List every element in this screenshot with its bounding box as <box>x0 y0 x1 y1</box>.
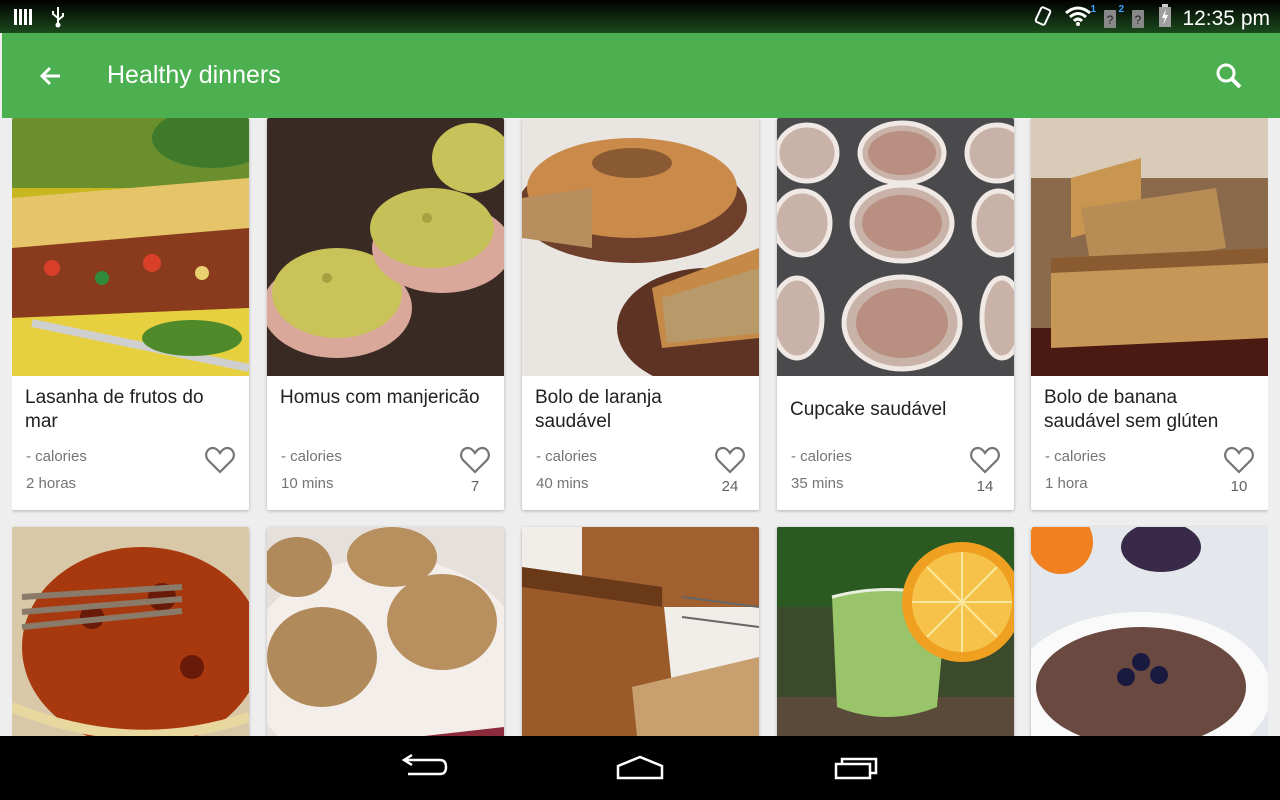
status-bar: 1 ? 2 ? 12:35 pm <box>0 0 1280 33</box>
back-arrow-icon[interactable] <box>34 59 68 93</box>
recipe-calories: - calories <box>26 448 87 465</box>
pancake-image <box>1031 527 1268 736</box>
usb-icon <box>50 6 66 33</box>
recipe-time: 40 mins <box>536 475 589 492</box>
sim-2-icon: 2 ? <box>1118 4 1148 30</box>
spaghetti-bolognese-image <box>12 527 249 736</box>
recipe-name: Lasanha de frutos do mar <box>25 387 204 432</box>
recipe-card[interactable] <box>267 527 504 736</box>
battery-charging-icon <box>1158 4 1172 33</box>
recipe-card[interactable] <box>777 527 1014 736</box>
recipe-calories: - calories <box>536 448 597 465</box>
recipe-card[interactable] <box>1031 527 1268 736</box>
heart-icon[interactable] <box>1224 446 1254 474</box>
like-count: 10 <box>1230 478 1248 495</box>
like-count: 7 <box>470 478 480 495</box>
svg-text:?: ? <box>1107 13 1114 27</box>
signal-bars-icon <box>14 7 32 32</box>
heart-icon[interactable] <box>460 446 490 474</box>
recipe-card[interactable]: Bolo de banana saudável sem glúten - cal… <box>1031 118 1268 510</box>
recipe-card[interactable] <box>12 527 249 736</box>
like-count: 14 <box>976 478 994 495</box>
recipe-card[interactable]: Lasanha de frutos do mar - calories 2 ho… <box>12 118 249 510</box>
recipe-name: Cupcake saudável <box>790 399 947 420</box>
recipe-grid: Lasanha de frutos do mar - calories 2 ho… <box>12 118 1268 736</box>
svg-text:?: ? <box>1135 13 1142 27</box>
recipe-time: 10 mins <box>281 475 334 492</box>
recipe-name: Bolo de laranja saudável <box>535 387 662 432</box>
heart-icon[interactable] <box>715 446 745 474</box>
vibrate-icon <box>1032 5 1054 32</box>
recipe-name: Bolo de banana saudável sem glúten <box>1044 387 1219 432</box>
heart-icon[interactable] <box>970 446 1000 474</box>
recents-nav-icon[interactable] <box>828 750 888 786</box>
orange-cake-image <box>522 118 759 376</box>
banana-cake-image <box>1031 118 1268 376</box>
heart-icon[interactable] <box>205 446 235 474</box>
recipe-time: 1 hora <box>1045 475 1088 492</box>
wifi-icon <box>1064 5 1092 32</box>
recipe-calories: - calories <box>1045 448 1106 465</box>
recipe-calories: - calories <box>281 448 342 465</box>
status-time: 12:35 pm <box>1182 6 1270 30</box>
recipe-card[interactable]: Cupcake saudável - calories 35 mins 14 <box>777 118 1014 510</box>
back-nav-icon[interactable] <box>394 750 454 786</box>
recipe-card[interactable]: Bolo de laranja saudável - calories 40 m… <box>522 118 759 510</box>
cupcakes-image <box>777 118 1014 376</box>
like-count: 24 <box>721 478 739 495</box>
green-smoothie-image <box>777 527 1014 736</box>
search-icon[interactable] <box>1212 59 1246 93</box>
page-title: Healthy dinners <box>107 61 281 89</box>
hummus-basil-image <box>267 118 504 376</box>
recipe-name: Homus com manjericão <box>280 387 480 408</box>
recipe-card[interactable]: Homus com manjericão - calories 10 mins … <box>267 118 504 510</box>
recipe-time: 35 mins <box>791 475 844 492</box>
recipe-calories: - calories <box>791 448 852 465</box>
recipe-time: 2 horas <box>26 475 77 492</box>
system-nav-bar <box>0 736 1280 800</box>
home-nav-icon[interactable] <box>610 750 670 786</box>
muffins-image <box>267 527 504 736</box>
seafood-lasagna-image <box>12 118 249 376</box>
app-bar: Healthy dinners <box>2 33 1280 118</box>
recipe-card[interactable] <box>522 527 759 736</box>
banana-bread-image <box>522 527 759 736</box>
